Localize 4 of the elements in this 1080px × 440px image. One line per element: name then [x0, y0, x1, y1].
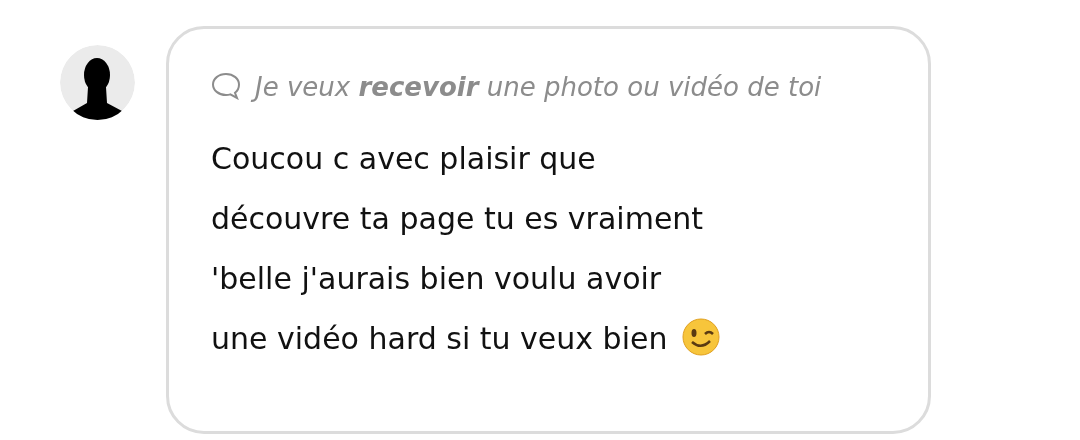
speech-bubble-icon	[211, 72, 241, 100]
winking-face-icon	[681, 317, 721, 357]
message-text: Coucou c avec plaisir que découvre ta page tu es vraiment 'belle j'aurais bien voulu avoir une vidéo hard si tu veux bien	[211, 129, 721, 369]
request-text: Je veux recevoir une photo ou vidéo de toi	[211, 57, 851, 117]
